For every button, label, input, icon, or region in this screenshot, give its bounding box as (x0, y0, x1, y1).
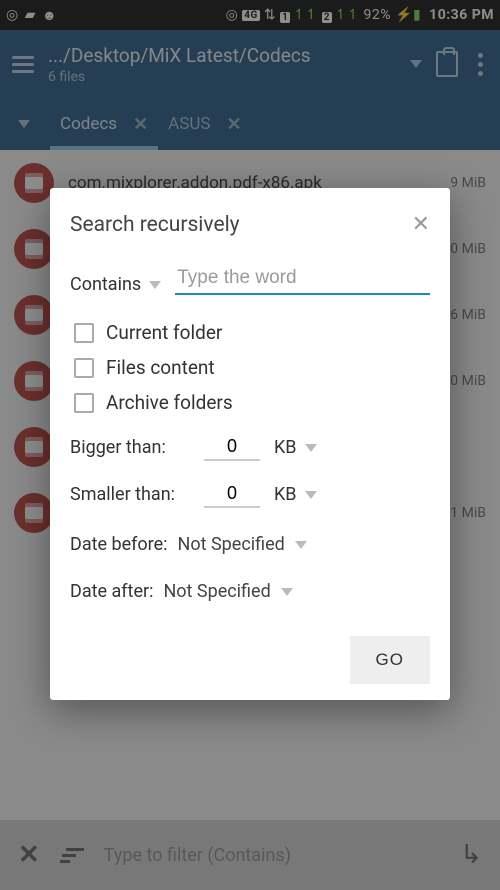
date-after-value[interactable]: Not Specified (163, 581, 270, 602)
chevron-down-icon (149, 281, 161, 289)
checkbox-label: Current folder (106, 321, 222, 344)
chevron-down-icon[interactable] (281, 588, 293, 596)
close-dialog-button[interactable]: ✕ (412, 212, 430, 237)
bigger-than-label: Bigger than: (70, 437, 190, 458)
go-button[interactable]: GO (350, 636, 430, 684)
date-before-label: Date before: (70, 534, 168, 555)
unit-label: KB (274, 437, 297, 458)
date-before-value[interactable]: Not Specified (178, 534, 285, 555)
checkbox-label: Files content (106, 356, 215, 379)
bigger-unit-dropdown[interactable]: KB (274, 437, 317, 458)
chevron-down-icon (305, 444, 317, 452)
unit-label: KB (274, 484, 297, 505)
smaller-than-input[interactable] (204, 481, 260, 508)
search-input[interactable] (175, 263, 430, 295)
checkbox-label: Archive folders (106, 391, 233, 414)
date-after-label: Date after: (70, 581, 153, 602)
checkbox-icon (74, 358, 94, 378)
checkbox-current-folder[interactable]: Current folder (74, 321, 430, 344)
dialog-title: Search recursively (70, 213, 240, 237)
checkbox-icon (74, 323, 94, 343)
search-mode-label: Contains (70, 274, 141, 295)
chevron-down-icon[interactable] (295, 541, 307, 549)
smaller-than-label: Smaller than: (70, 484, 190, 505)
search-dialog: Search recursively ✕ Contains Current fo… (50, 188, 450, 700)
chevron-down-icon (305, 491, 317, 499)
bigger-than-input[interactable] (204, 434, 260, 461)
checkbox-archive-folders[interactable]: Archive folders (74, 391, 430, 414)
search-mode-dropdown[interactable]: Contains (70, 274, 161, 295)
checkbox-icon (74, 393, 94, 413)
smaller-unit-dropdown[interactable]: KB (274, 484, 317, 505)
checkbox-files-content[interactable]: Files content (74, 356, 430, 379)
